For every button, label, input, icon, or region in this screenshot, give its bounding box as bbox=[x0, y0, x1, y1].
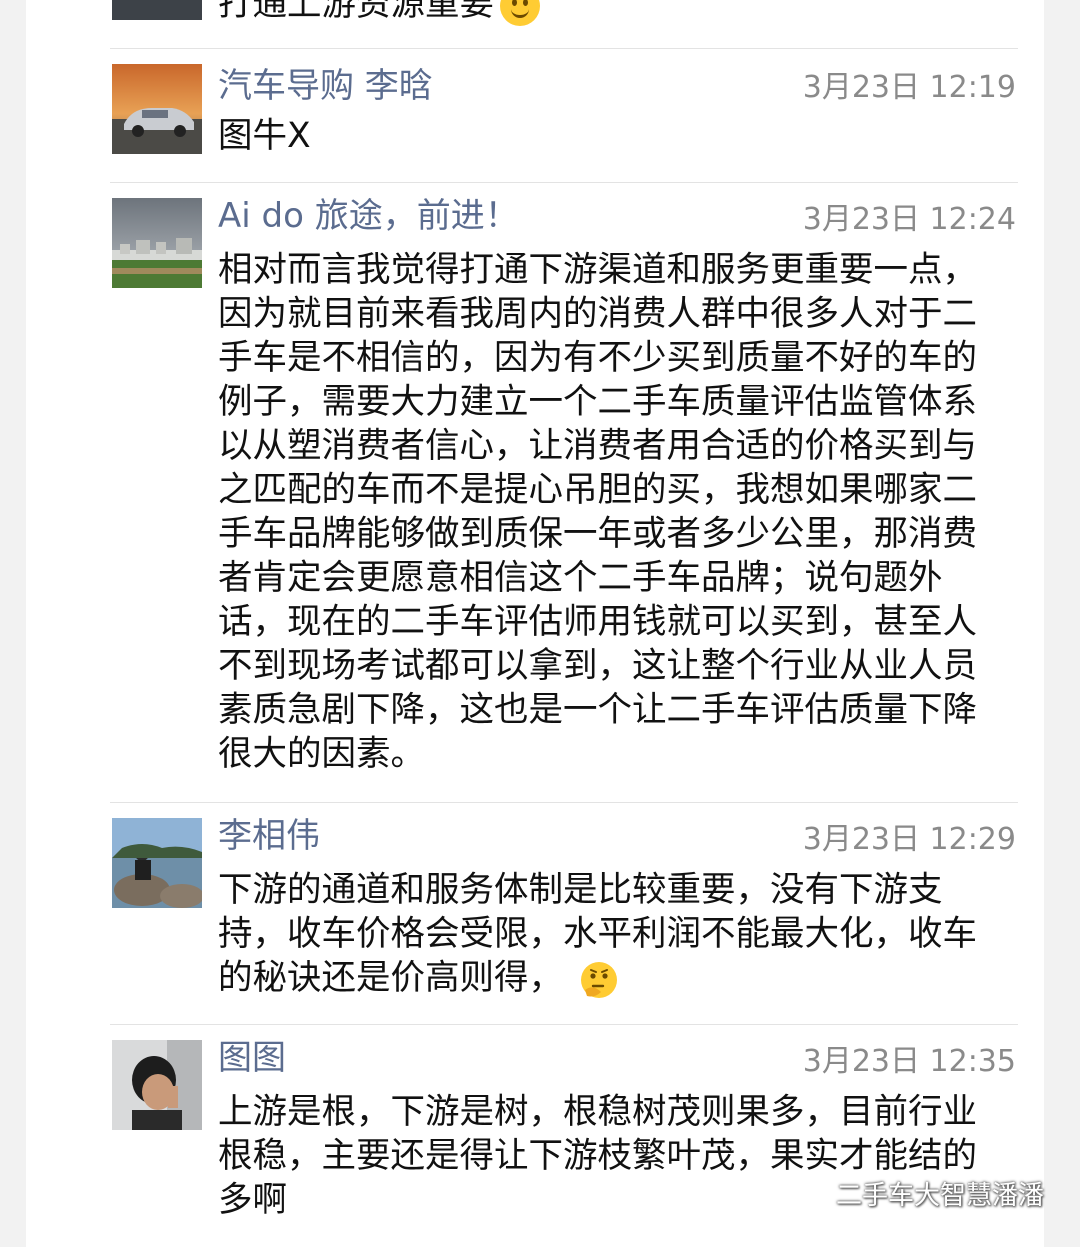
sender-name[interactable]: 图图 bbox=[218, 1036, 286, 1080]
divider bbox=[110, 1024, 1018, 1025]
sender-name[interactable]: Ai do 旅途，前进！ bbox=[218, 194, 519, 238]
divider bbox=[110, 182, 1018, 183]
chat-list[interactable]: 打通上游资源重要 汽车导购 李晗 3月23日 12:19 图牛X Ai do 旅… bbox=[26, 0, 1044, 1247]
smile-emoji-icon bbox=[500, 0, 540, 26]
divider bbox=[110, 802, 1018, 803]
message-time: 3月23日 12:24 bbox=[802, 202, 1016, 237]
message-text: 打通上游资源重要 bbox=[218, 0, 1008, 26]
wechat-icon bbox=[786, 1177, 825, 1207]
avatar[interactable] bbox=[112, 198, 202, 288]
divider bbox=[110, 48, 1018, 49]
sender-name[interactable]: 李相伟 bbox=[218, 814, 320, 858]
message-text: 下游的通道和服务体制是比较重要，没有下游支持，收车价格会受限，水平利润不能最大化… bbox=[218, 870, 977, 998]
message-time: 3月23日 12:19 bbox=[802, 70, 1016, 105]
message-text: 相对而言我觉得打通下游渠道和服务更重要一点，因为就目前来看我周内的消费人群中很多… bbox=[218, 250, 977, 774]
message-time: 3月23日 12:35 bbox=[802, 1044, 1016, 1079]
thinking-emoji-icon bbox=[581, 961, 617, 998]
message-time: 3月23日 12:29 bbox=[802, 822, 1016, 857]
sender-name[interactable]: 汽车导购 李晗 bbox=[218, 64, 433, 108]
avatar[interactable] bbox=[112, 1040, 202, 1130]
message-text: 图牛X bbox=[218, 116, 311, 156]
avatar[interactable] bbox=[112, 818, 202, 908]
avatar[interactable] bbox=[112, 64, 202, 154]
avatar[interactable] bbox=[112, 0, 202, 20]
watermark-text: 二手车大智慧潘潘 bbox=[835, 1180, 1044, 1211]
right-margin bbox=[1044, 0, 1080, 1247]
left-margin bbox=[0, 0, 26, 1247]
watermark: 二手车大智慧潘潘 bbox=[786, 1173, 1044, 1213]
